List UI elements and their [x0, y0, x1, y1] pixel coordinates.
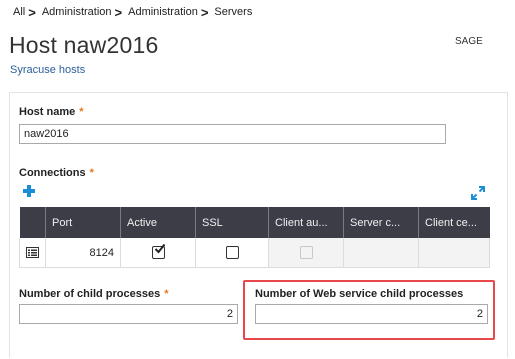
row-detail-cell[interactable]	[19, 238, 46, 268]
app-tag: SAGE	[455, 36, 483, 47]
child-processes-label-text: Number of child processes	[19, 288, 161, 300]
child-processes-label: Number of child processes *	[19, 288, 169, 300]
port-cell[interactable]: 8124	[45, 238, 121, 268]
client-cert-cell	[418, 238, 490, 268]
breadcrumb-separator: >	[28, 4, 36, 20]
row-detail-icon[interactable]	[26, 247, 39, 259]
table-row: 8124	[19, 238, 490, 268]
host-name-label: Host name *	[19, 106, 84, 118]
ssl-checkbox[interactable]	[225, 246, 239, 259]
connections-label: Connections *	[19, 167, 94, 179]
breadcrumb-all[interactable]: All	[13, 6, 25, 18]
column-header-server-cert[interactable]: Server c...	[343, 207, 419, 238]
host-name-input[interactable]	[19, 124, 446, 144]
expand-diagonal-icon[interactable]	[471, 186, 485, 200]
required-star-icon: *	[89, 167, 94, 179]
column-header-client-auth[interactable]: Client au...	[268, 207, 344, 238]
breadcrumb-servers[interactable]: Servers	[214, 6, 252, 18]
breadcrumb-separator: >	[200, 4, 209, 20]
breadcrumb: All > Administration > Administration > …	[13, 4, 252, 20]
child-processes-input[interactable]	[19, 304, 238, 324]
breadcrumb-separator: >	[114, 4, 123, 20]
column-header-client-cert[interactable]: Client ce...	[418, 207, 490, 238]
client-auth-cell	[268, 238, 344, 268]
grid-header-row: Port Active SSL Client au... Server c...…	[19, 207, 490, 238]
breadcrumb-administration-1[interactable]: Administration	[42, 6, 112, 18]
breadcrumb-administration-2[interactable]: Administration	[128, 6, 198, 18]
plus-icon[interactable]	[23, 185, 35, 197]
connections-label-text: Connections	[19, 167, 86, 179]
highlight-box	[243, 280, 495, 340]
active-checkbox[interactable]	[151, 243, 165, 259]
required-star-icon: *	[79, 106, 84, 118]
column-header-select[interactable]	[19, 207, 46, 238]
ssl-cell	[195, 238, 269, 268]
subtitle-link[interactable]: Syracuse hosts	[10, 64, 85, 76]
server-cert-cell	[343, 238, 419, 268]
connections-grid: Port Active SSL Client au... Server c...…	[19, 207, 490, 268]
column-header-active[interactable]: Active	[120, 207, 196, 238]
active-cell	[120, 238, 196, 268]
checkmark-icon	[154, 243, 165, 254]
page-title: Host naw2016	[9, 32, 159, 58]
client-auth-checkbox	[299, 246, 313, 259]
required-star-icon: *	[164, 288, 169, 300]
column-header-ssl[interactable]: SSL	[195, 207, 269, 238]
column-header-port[interactable]: Port	[45, 207, 121, 238]
host-name-label-text: Host name	[19, 106, 76, 118]
